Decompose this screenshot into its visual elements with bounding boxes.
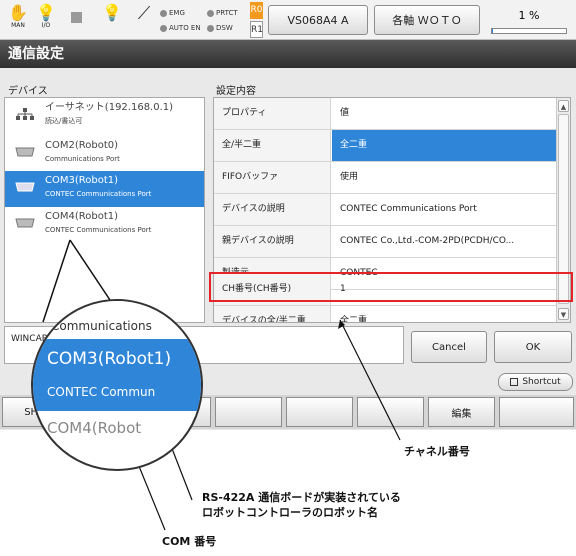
channel-arrow-line (339, 319, 401, 441)
magnifier-line-1: Communications (33, 301, 201, 339)
callout-robot-name-1: RS-422A 通信ボードが実装されている (202, 491, 401, 504)
annotation-lines (42, 239, 401, 531)
callout-com-no: COM 番号 (162, 535, 217, 548)
callout-channel: チャネル番号 (404, 445, 470, 458)
magnifier-line-4: COM4(Robot (47, 419, 142, 437)
magnifier-line-2: COM3(Robot1) (47, 349, 172, 369)
magnifier-selected-band: COM3(Robot1) CONTEC Commun (33, 339, 201, 411)
magnifier-circle: Communications COM3(Robot1) CONTEC Commu… (31, 299, 203, 471)
magnifier-line-3: CONTEC Commun (47, 385, 156, 399)
callout-robot-name-2: ロボットコントローラのロボット名 (202, 506, 378, 519)
